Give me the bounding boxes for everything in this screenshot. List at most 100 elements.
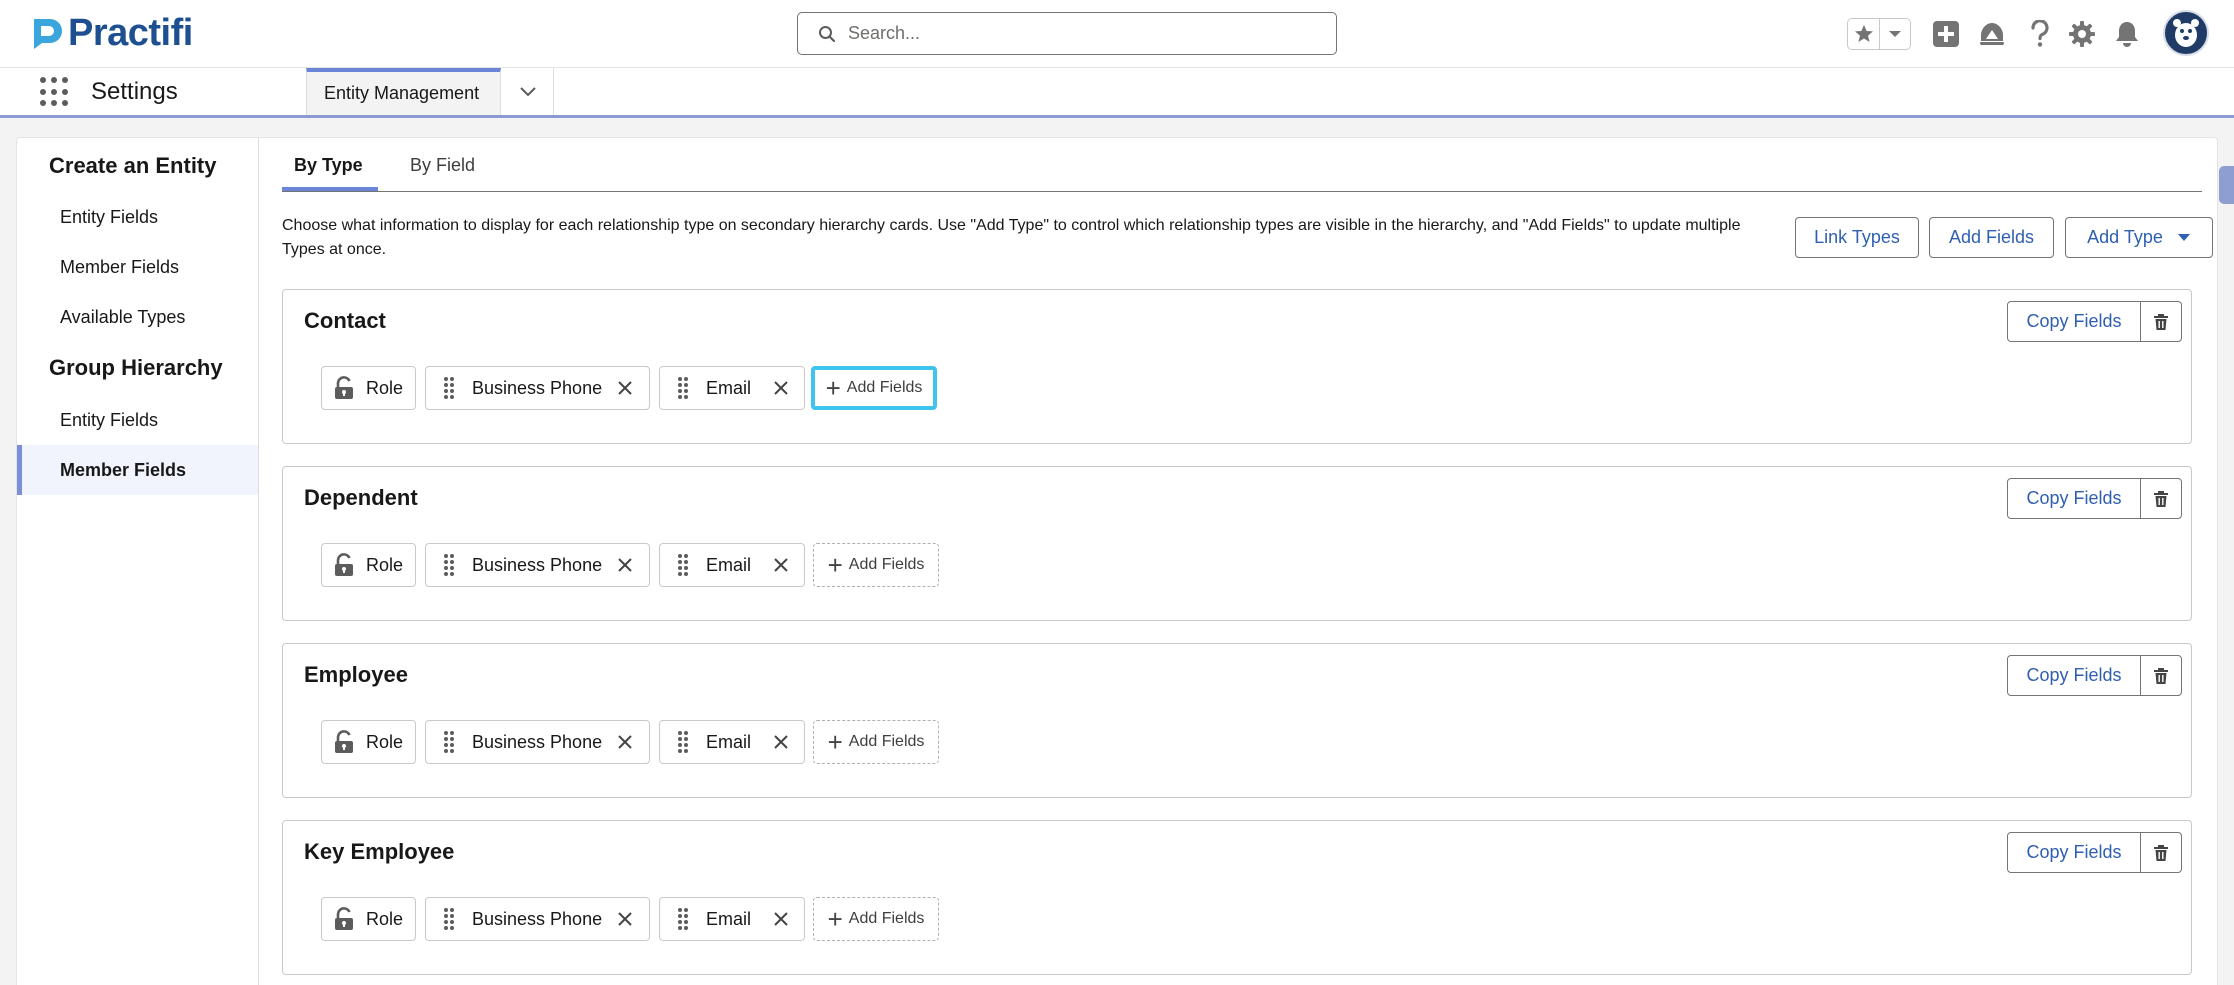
main-content: By Type By Field Choose what information… xyxy=(282,138,2213,985)
app-name: Settings xyxy=(91,78,178,105)
field-label: Role xyxy=(366,377,404,398)
remove-field-icon[interactable] xyxy=(768,381,794,395)
favorites-menu-button[interactable] xyxy=(1880,19,1910,49)
side-panel-toggle[interactable] xyxy=(2219,166,2234,204)
card-add-fields-button[interactable]: + Add Fields xyxy=(813,720,939,764)
chevron-down-icon xyxy=(1889,31,1901,37)
remove-field-icon[interactable] xyxy=(768,912,794,926)
card-add-fields-button[interactable]: + Add Fields xyxy=(813,543,939,587)
relationship-type-card: Contact Copy Fields Role Business Phone … xyxy=(282,289,2192,444)
practifi-logo[interactable]: Practifi xyxy=(30,13,193,53)
field-pill-business-phone[interactable]: Business Phone xyxy=(425,897,650,941)
add-fields-button[interactable]: Add Fields xyxy=(1929,217,2054,258)
global-search[interactable] xyxy=(797,12,1337,55)
field-pill-business-phone[interactable]: Business Phone xyxy=(425,366,650,410)
favorites-button[interactable] xyxy=(1848,19,1880,49)
delete-type-button[interactable] xyxy=(2140,655,2182,696)
setup-button[interactable] xyxy=(2066,18,2098,50)
chevron-down-icon xyxy=(519,86,536,96)
plus-icon: + xyxy=(827,550,843,580)
user-avatar-icon xyxy=(2173,19,2199,47)
remove-field-icon[interactable] xyxy=(612,558,638,572)
trailhead-icon xyxy=(1980,23,2004,45)
drag-handle-icon[interactable] xyxy=(660,376,706,400)
favorites-group xyxy=(1847,18,1911,50)
help-button[interactable] xyxy=(2024,18,2056,50)
drag-handle-icon[interactable] xyxy=(426,376,472,400)
field-pill-business-phone[interactable]: Business Phone xyxy=(425,543,650,587)
copy-fields-button[interactable]: Copy Fields xyxy=(2007,655,2141,696)
lock-icon xyxy=(322,730,366,754)
search-input[interactable] xyxy=(848,23,1318,44)
relationship-type-card: Key Employee Copy Fields Role Business P… xyxy=(282,820,2192,975)
add-type-button[interactable]: Add Type xyxy=(2065,217,2213,258)
drag-handle-icon[interactable] xyxy=(426,553,472,577)
trash-icon xyxy=(2154,844,2168,861)
notifications-button[interactable] xyxy=(2111,18,2143,50)
field-pill-role: Role xyxy=(321,720,416,764)
relationship-type-card: Dependent Copy Fields Role Business Phon… xyxy=(282,466,2192,621)
add-fields-label: Add Fields xyxy=(848,910,925,927)
copy-fields-button[interactable]: Copy Fields xyxy=(2007,832,2141,873)
field-pill-email[interactable]: Email xyxy=(659,543,805,587)
trailhead-button[interactable] xyxy=(1976,18,2008,50)
card-title: Key Employee xyxy=(304,839,455,864)
grid-dot xyxy=(40,88,46,95)
tab-by-type[interactable]: By Type xyxy=(294,155,363,176)
field-label: Business Phone xyxy=(472,731,603,752)
sidebar-item-available-types[interactable]: Available Types xyxy=(17,292,258,342)
sidebar-heading-create-entity: Create an Entity xyxy=(49,153,217,178)
remove-field-icon[interactable] xyxy=(612,735,638,749)
sidebar-item-hierarchy-member-fields[interactable]: Member Fields xyxy=(17,445,258,495)
drag-handle-icon[interactable] xyxy=(426,730,472,754)
delete-type-button[interactable] xyxy=(2140,478,2182,519)
lock-icon xyxy=(322,376,366,400)
field-pill-role: Role xyxy=(321,543,416,587)
nav-menu-button[interactable] xyxy=(502,68,554,115)
view-tabs: By Type By Field xyxy=(282,138,2202,192)
card-add-fields-button[interactable]: + Add Fields xyxy=(811,366,937,410)
help-icon xyxy=(2031,20,2049,47)
app-navigation-bar: Settings Entity Management xyxy=(0,68,2234,118)
grid-dot xyxy=(62,88,68,95)
remove-field-icon[interactable] xyxy=(612,381,638,395)
grid-dot xyxy=(51,88,57,95)
field-pill-email[interactable]: Email xyxy=(659,897,805,941)
delete-type-button[interactable] xyxy=(2140,832,2182,873)
drag-handle-icon[interactable] xyxy=(660,907,706,931)
gear-icon xyxy=(2069,21,2095,47)
sidebar-heading-group-hierarchy: Group Hierarchy xyxy=(49,355,223,380)
avatar[interactable] xyxy=(2163,10,2209,56)
logo-mark-icon xyxy=(34,19,62,49)
field-label: Email xyxy=(706,554,752,575)
field-pill-business-phone[interactable]: Business Phone xyxy=(425,720,650,764)
field-pill-role: Role xyxy=(321,897,416,941)
relationship-type-card: Employee Copy Fields Role Business Phone… xyxy=(282,643,2192,798)
global-actions-button[interactable] xyxy=(1930,18,1962,50)
drag-handle-icon[interactable] xyxy=(426,907,472,931)
copy-fields-button[interactable]: Copy Fields xyxy=(2007,301,2141,342)
tab-entity-management[interactable]: Entity Management xyxy=(306,68,501,115)
remove-field-icon[interactable] xyxy=(768,558,794,572)
sidebar-item-create-entity-fields[interactable]: Entity Fields xyxy=(17,192,258,242)
card-title: Contact xyxy=(304,308,386,333)
field-pill-email[interactable]: Email xyxy=(659,366,805,410)
remove-field-icon[interactable] xyxy=(768,735,794,749)
trash-icon xyxy=(2154,313,2168,330)
card-add-fields-button[interactable]: + Add Fields xyxy=(813,897,939,941)
delete-type-button[interactable] xyxy=(2140,301,2182,342)
drag-handle-icon[interactable] xyxy=(660,553,706,577)
link-types-button[interactable]: Link Types xyxy=(1795,217,1919,258)
tab-by-field[interactable]: By Field xyxy=(410,155,475,176)
grid-dot xyxy=(62,100,68,107)
sidebar-item-create-member-fields[interactable]: Member Fields xyxy=(17,242,258,292)
bell-icon xyxy=(2116,22,2138,47)
grid-dot xyxy=(62,77,68,83)
remove-field-icon[interactable] xyxy=(612,912,638,926)
app-launcher-button[interactable] xyxy=(40,77,70,107)
field-pill-email[interactable]: Email xyxy=(659,720,805,764)
sidebar-item-hierarchy-entity-fields[interactable]: Entity Fields xyxy=(17,395,258,445)
card-title: Dependent xyxy=(304,485,418,510)
copy-fields-button[interactable]: Copy Fields xyxy=(2007,478,2141,519)
drag-handle-icon[interactable] xyxy=(660,730,706,754)
